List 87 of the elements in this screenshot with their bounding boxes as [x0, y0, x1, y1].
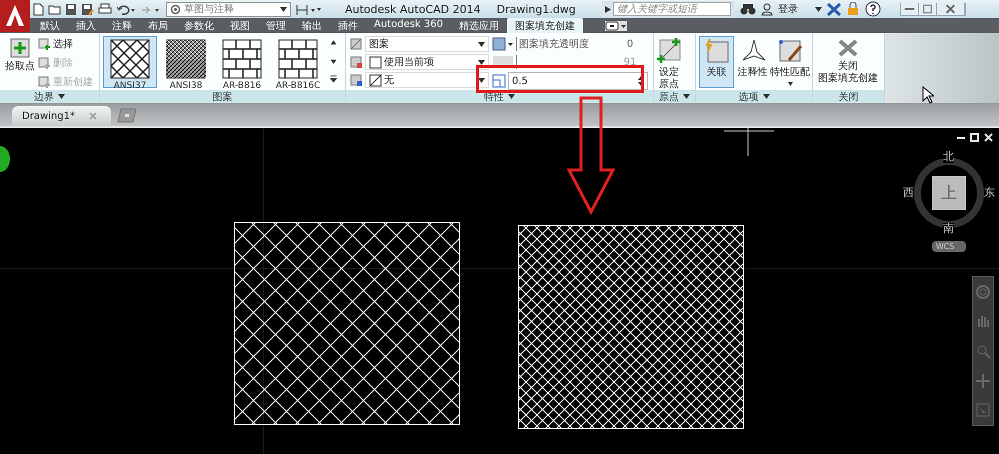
- new-file-icon[interactable]: [32, 2, 44, 16]
- pattern-swatch[interactable]: ANSI37: [103, 36, 157, 88]
- drawing-canvas[interactable]: 北 西 上 东 南 WCS: [0, 128, 999, 454]
- new-tab-icon[interactable]: [114, 107, 139, 123]
- caret-icon[interactable]: [478, 42, 485, 46]
- caret-icon[interactable]: [788, 82, 792, 86]
- scale-field[interactable]: 0.5: [508, 72, 648, 90]
- option-button[interactable]: 关联: [699, 36, 734, 88]
- compass-direction[interactable]: 南: [943, 223, 954, 235]
- compass-direction[interactable]: 西: [903, 187, 914, 199]
- search-field[interactable]: 键入关键字或短语: [612, 2, 731, 16]
- ribbon-tab[interactable]: 参数化: [176, 18, 222, 33]
- property-dropdown[interactable]: 使用当前项: [365, 54, 489, 70]
- option-button[interactable]: 特性匹配: [771, 36, 809, 88]
- brush-icon[interactable]: [777, 38, 803, 64]
- hatch-property-icon[interactable]: [349, 37, 363, 51]
- caret-icon[interactable]: [478, 78, 485, 82]
- help-icon[interactable]: [864, 1, 881, 17]
- status-indicator-icon[interactable]: [0, 146, 10, 172]
- pick-points-button[interactable]: 拾取点: [3, 36, 37, 75]
- compass-direction[interactable]: 东: [984, 187, 995, 199]
- save-icon[interactable]: [65, 2, 77, 16]
- caret-icon[interactable]: [762, 94, 770, 99]
- dimension-icon[interactable]: [295, 2, 321, 16]
- hatch-property-icon[interactable]: [349, 73, 363, 87]
- save-as-icon[interactable]: [81, 2, 94, 16]
- boundary-button[interactable]: 选择: [37, 36, 94, 52]
- caret-icon[interactable]: [280, 6, 287, 12]
- field-label: 图案填充透明度: [516, 37, 610, 51]
- printer-icon[interactable]: [98, 2, 112, 16]
- none-swatch-icon[interactable]: [369, 74, 382, 86]
- ribbon-tab[interactable]: 默认: [32, 18, 68, 33]
- app-menu-icon[interactable]: [0, 0, 30, 32]
- ribbon-tab[interactable]: Autodesk 360: [366, 18, 451, 33]
- transparency-icon[interactable]: [492, 37, 514, 51]
- pattern-icon[interactable]: [222, 39, 262, 79]
- ribbon-tab[interactable]: 注释: [104, 18, 140, 33]
- ribbon-tab[interactable]: 视图: [222, 18, 258, 33]
- panel-title[interactable]: 边界: [0, 90, 99, 103]
- ribbon-tab[interactable]: 插入: [68, 18, 104, 33]
- window-title: Autodesk AutoCAD 2014: [345, 2, 481, 16]
- panel-title[interactable]: 原点: [654, 90, 695, 103]
- origin-icon[interactable]: [656, 38, 682, 64]
- compass-direction[interactable]: 北: [943, 151, 954, 163]
- caret-icon[interactable]: [58, 94, 65, 99]
- mouse-pointer-icon[interactable]: [922, 86, 934, 104]
- property-dropdown[interactable]: 图案: [365, 36, 489, 52]
- ribbon-tab[interactable]: 输出: [294, 18, 330, 33]
- panel-title: 关闭: [813, 90, 884, 103]
- ribbon-tab[interactable]: 布局: [140, 18, 176, 33]
- login-link[interactable]: 登录: [778, 2, 798, 16]
- folder-icon[interactable]: [48, 2, 61, 16]
- ribbon-tab[interactable]: 管理: [258, 18, 294, 33]
- caret-icon[interactable]: [683, 94, 690, 99]
- workspace-dropdown[interactable]: 草图与注释: [166, 2, 291, 16]
- pattern-icon[interactable]: [166, 39, 206, 79]
- lock-icon[interactable]: [846, 2, 860, 16]
- undo-icon[interactable]: [116, 2, 136, 16]
- transparency-value[interactable]: 0: [612, 38, 648, 50]
- boundary-icon[interactable]: [38, 38, 50, 50]
- crosshair-icon[interactable]: [724, 128, 774, 158]
- viewport-controls-icon[interactable]: [955, 133, 995, 143]
- caret-icon[interactable]: [478, 60, 485, 64]
- ucs-menu[interactable]: WCS: [932, 241, 966, 252]
- viewcube-face[interactable]: 上: [932, 176, 966, 210]
- caret-icon[interactable]: [814, 6, 822, 12]
- color-swatch-icon[interactable]: [369, 56, 382, 68]
- panel-toggle-icon[interactable]: [604, 20, 627, 30]
- close-icon[interactable]: [837, 38, 859, 58]
- panel-title: 图案: [100, 90, 345, 103]
- option-button[interactable]: 注释性: [735, 36, 770, 81]
- ribbon-tab[interactable]: 精选应用: [450, 18, 507, 33]
- document-name: Drawing1.dwg: [496, 2, 576, 16]
- pattern-icon[interactable]: [278, 39, 318, 79]
- hatch-property-icon[interactable]: [349, 55, 363, 69]
- caret-icon[interactable]: [508, 94, 515, 99]
- ribbon-tab[interactable]: 插件: [330, 18, 366, 33]
- user-icon[interactable]: [760, 2, 773, 16]
- ribbon-tab[interactable]: 图案填充创建: [506, 18, 583, 33]
- panel-title[interactable]: 选项: [696, 90, 812, 103]
- binoculars-icon[interactable]: [740, 2, 756, 16]
- scale-icon[interactable]: [492, 74, 506, 88]
- spinner-icon[interactable]: [638, 75, 644, 87]
- plus-icon[interactable]: [10, 38, 30, 58]
- property-dropdown[interactable]: 无: [365, 72, 489, 88]
- document-tab[interactable]: Drawing1*: [12, 106, 111, 126]
- pattern-icon[interactable]: [110, 39, 150, 79]
